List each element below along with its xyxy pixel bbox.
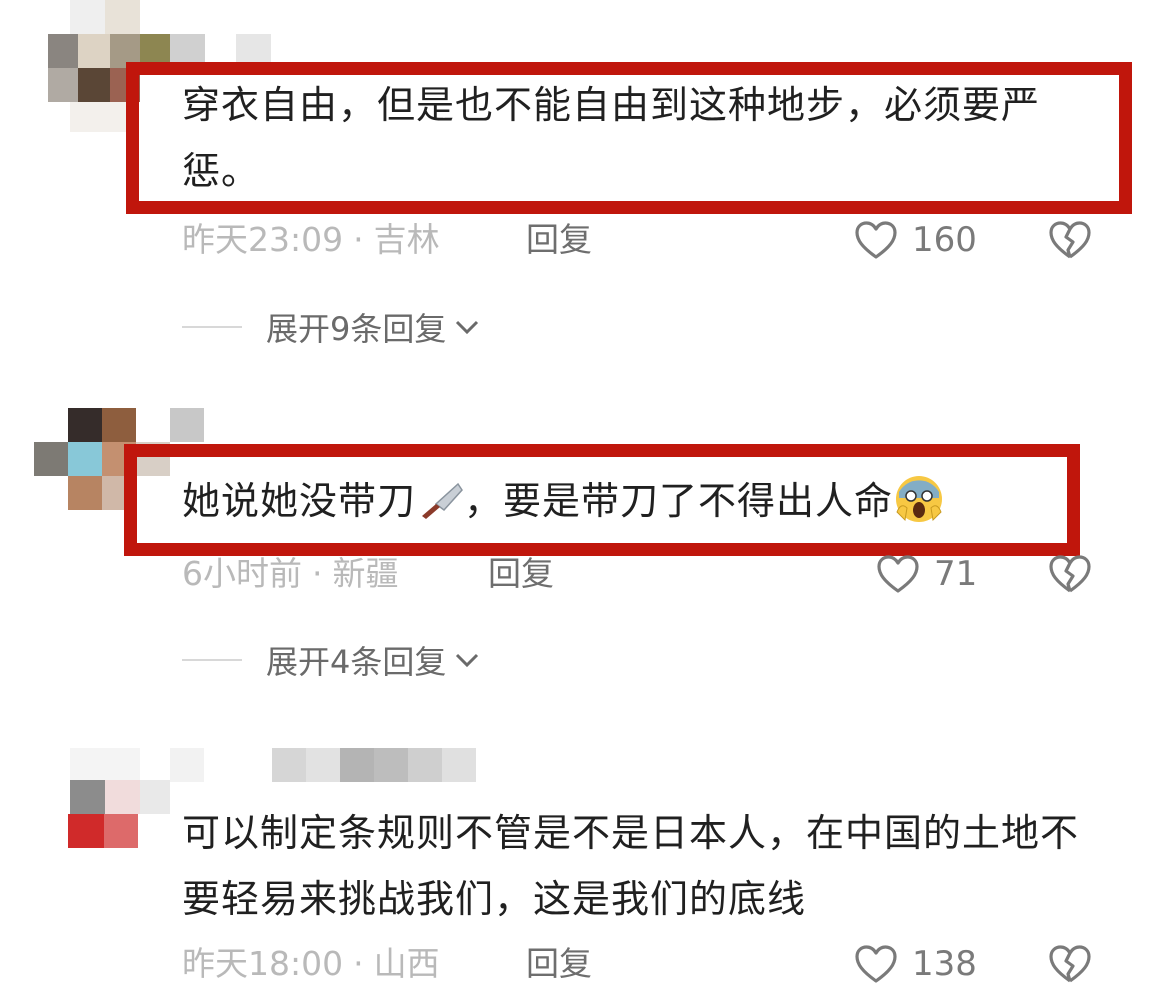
broken-heart-icon[interactable] [1048,944,1092,984]
heart-outline-icon [855,945,897,983]
separator: · [353,944,364,983]
like-count: 138 [912,944,977,984]
reply-button[interactable]: 回复 [526,942,592,986]
comment-text: 可以制定条规则不管是不是日本人，在中国的土地不要轻易来挑战我们，这是我们的底线 [182,811,1080,921]
comment-meta: 昨天18:00 · 山西 回复 138 [182,942,1142,986]
avatar[interactable] [40,748,180,898]
location: 山西 [373,944,440,983]
like-button[interactable]: 138 [854,942,977,986]
comment-3: 可以制定条规则不管是不是日本人，在中国的土地不要轻易来挑战我们，这是我们的底线 … [0,0,1152,1003]
timestamp: 昨天18:00 [182,944,344,983]
username-blurred[interactable] [170,748,480,782]
